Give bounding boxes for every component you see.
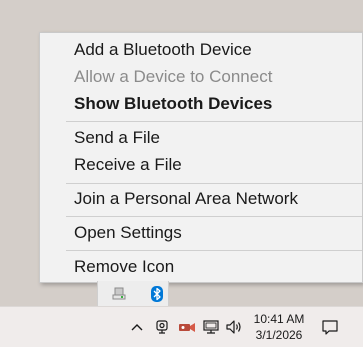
menu-separator bbox=[66, 216, 362, 217]
menu-item-allow-device-to-connect: Allow a Device to Connect bbox=[74, 67, 273, 86]
menu-separator bbox=[66, 183, 362, 184]
menu-item-remove-icon[interactable]: Remove Icon bbox=[40, 254, 362, 280]
bluetooth-context-menu: Add a Bluetooth Device Allow a Device to… bbox=[39, 32, 363, 283]
sound-recorder-icon[interactable] bbox=[177, 317, 197, 337]
taskbar: 10:41 AM 3/1/2026 bbox=[0, 306, 363, 347]
menu-item-join-personal-area-network[interactable]: Join a Personal Area Network bbox=[40, 186, 362, 212]
menu-item-add-bluetooth-device[interactable]: Add a Bluetooth Device bbox=[40, 37, 362, 63]
network-icon[interactable] bbox=[202, 317, 220, 337]
bluetooth-icon[interactable] bbox=[146, 284, 168, 304]
chevron-up-icon[interactable] bbox=[130, 317, 144, 337]
menu-item-open-settings[interactable]: Open Settings bbox=[40, 220, 362, 246]
menu-separator bbox=[66, 121, 362, 122]
usb-eject-icon[interactable] bbox=[108, 284, 130, 304]
menu-item-show-bluetooth-devices[interactable]: Show Bluetooth Devices bbox=[40, 91, 362, 117]
notification-icon[interactable] bbox=[320, 317, 340, 337]
menu-item-receive-file[interactable]: Receive a File bbox=[40, 152, 362, 178]
clock-time: 10:41 AM bbox=[253, 312, 305, 326]
camera-icon[interactable] bbox=[153, 317, 171, 337]
tray-overflow-popup bbox=[97, 281, 169, 307]
menu-separator bbox=[66, 250, 362, 251]
volume-icon[interactable] bbox=[225, 317, 243, 337]
taskbar-clock[interactable]: 10:41 AM 3/1/2026 bbox=[251, 311, 307, 343]
clock-date: 3/1/2026 bbox=[255, 328, 303, 342]
menu-item-send-file[interactable]: Send a File bbox=[40, 125, 362, 151]
